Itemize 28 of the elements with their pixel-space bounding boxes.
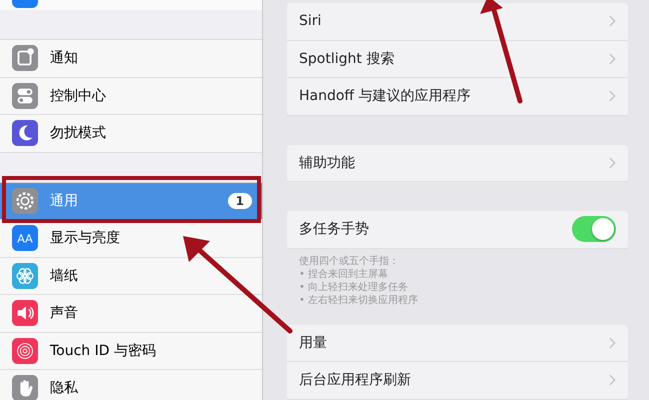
settings-row[interactable]: 辅助功能 (287, 144, 628, 182)
chevron-icon (609, 15, 616, 28)
chevron-icon (609, 90, 616, 102)
chevron-icon (609, 156, 616, 169)
settings-row[interactable]: 后台应用程序刷新 (287, 362, 628, 400)
footer-text: • 捏合来回到主屏幕 (299, 268, 390, 280)
chevron-icon (609, 374, 616, 386)
text-icon: AA (12, 225, 38, 252)
app-icon (12, 0, 38, 8)
settings-row[interactable]: 用量 (287, 324, 628, 362)
sidebar-item[interactable]: 声音 (0, 295, 262, 332)
sidebar-item[interactable]: Touch ID 与密码 (0, 332, 262, 370)
chevron-icon (609, 52, 616, 65)
footer-text: 使用四个或五个手指： (299, 254, 400, 268)
sidebar-item[interactable]: 通用 1 (0, 182, 262, 220)
sidebar-item[interactable]: 隐私 (0, 370, 262, 400)
sidebar-item[interactable]: 控制中心 (0, 78, 262, 115)
settings-row[interactable]: Spotlight 搜索 (287, 40, 628, 78)
sidebar-item[interactable]: 通知 (0, 40, 262, 78)
sidebar-item[interactable]: 墙纸 (0, 258, 262, 295)
toggle-switch[interactable] (572, 216, 616, 242)
settings-row[interactable]: 多任务手势 (287, 211, 628, 248)
sidebar-item[interactable]: 勿扰模式 (0, 115, 262, 152)
footer-text: • 左右轻扫来切换应用程序 (299, 294, 420, 306)
settings-row[interactable]: Handoff 与建议的应用程序 (287, 78, 628, 116)
footer-text: • 向上轻扫来处理多任务 (299, 280, 410, 294)
count-badge: 1 (228, 192, 252, 209)
chevron-icon (609, 336, 616, 349)
